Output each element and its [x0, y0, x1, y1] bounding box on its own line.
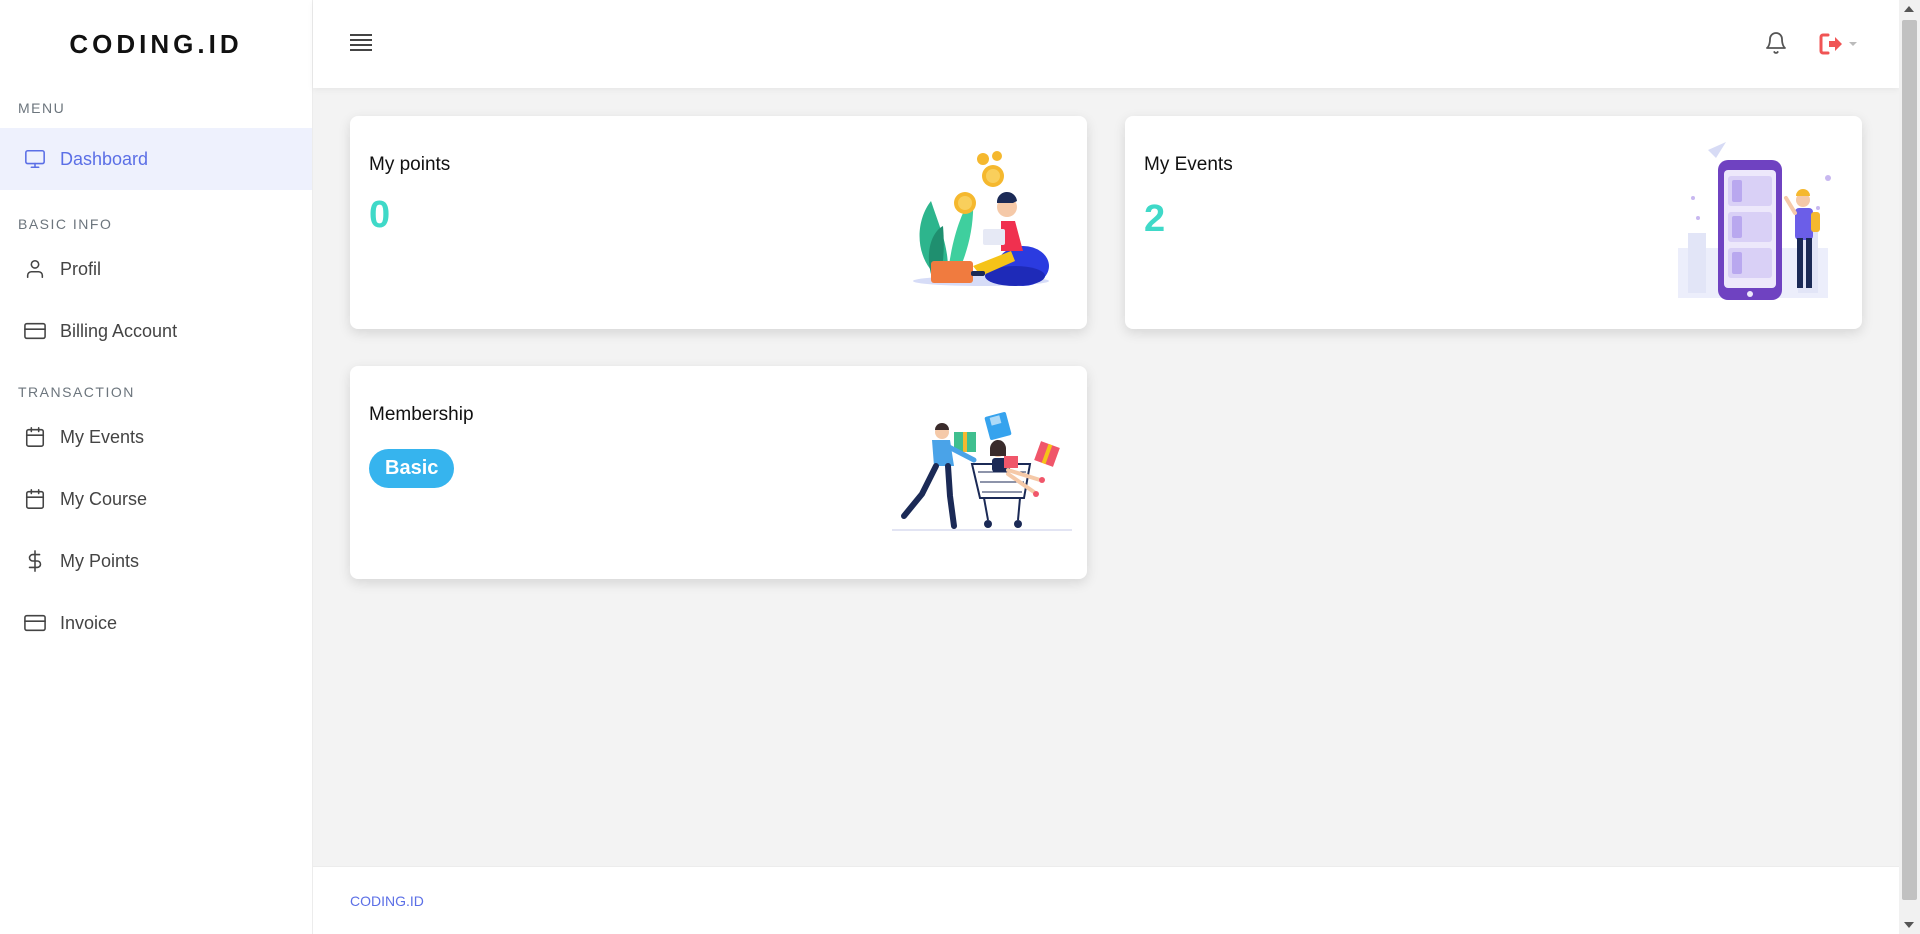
hamburger-icon[interactable] — [350, 34, 372, 54]
events-illustration — [1678, 142, 1831, 300]
credit-card-icon — [24, 320, 46, 342]
scroll-up-arrow-icon[interactable] — [1904, 6, 1914, 12]
credit-card-icon — [24, 612, 46, 634]
sidebar-item-label: Billing Account — [60, 320, 178, 341]
points-card: My points 0 — [350, 116, 1087, 329]
sidebar-item-label: Profil — [60, 258, 102, 279]
scroll-down-arrow-icon[interactable] — [1904, 922, 1914, 928]
user-menu-dropdown[interactable] — [1819, 32, 1863, 56]
sidebar-item-label: My Course — [60, 488, 148, 509]
card-title: My Events — [1144, 154, 1233, 175]
sidebar-item-label: My Events — [60, 426, 145, 447]
chevron-down-icon — [1849, 42, 1857, 46]
sidebar-item-label: Invoice — [60, 612, 118, 633]
sidebar-item-label: Dashboard — [60, 148, 149, 169]
points-illustration — [913, 151, 1049, 286]
membership-card: Membership Basic — [350, 366, 1087, 579]
dollar-icon — [24, 550, 46, 572]
scrollbar-thumb[interactable] — [1902, 20, 1917, 900]
top-header — [313, 0, 1899, 88]
sidebar-item-label: My Points — [60, 550, 140, 571]
card-title: My points — [369, 154, 451, 175]
membership-illustration — [892, 412, 1072, 531]
monitor-icon — [24, 148, 46, 170]
sign-out-icon — [1819, 33, 1842, 55]
section-title-transaction: TRANSACTION — [18, 384, 135, 400]
sidebar-item-billing-account[interactable]: Billing Account — [0, 300, 312, 362]
membership-badge: Basic — [369, 449, 455, 488]
bell-icon[interactable] — [1764, 30, 1788, 56]
brand-logo[interactable]: CODING.ID — [0, 0, 312, 88]
events-value: 2 — [1144, 198, 1166, 240]
footer: CODING.ID — [313, 866, 1899, 934]
section-title-menu: MENU — [18, 100, 66, 116]
sidebar-item-profil[interactable]: Profil — [0, 238, 312, 300]
card-title: Membership — [369, 404, 474, 425]
sidebar-item-my-events[interactable]: My Events — [0, 406, 312, 468]
sidebar: CODING.ID MENU Dashboard BASIC INFO Prof… — [0, 0, 313, 934]
calendar-icon — [24, 426, 46, 448]
sidebar-item-invoice[interactable]: Invoice — [0, 592, 312, 654]
points-value: 0 — [369, 194, 391, 236]
vertical-scrollbar[interactable] — [1899, 0, 1920, 934]
calendar-icon — [24, 488, 46, 510]
events-card: My Events 2 — [1125, 116, 1862, 329]
sidebar-item-my-course[interactable]: My Course — [0, 468, 312, 530]
footer-brand-link[interactable]: CODING.ID — [350, 893, 424, 909]
sidebar-item-dashboard[interactable]: Dashboard — [0, 128, 312, 190]
user-icon — [24, 258, 46, 280]
section-title-basic-info: BASIC INFO — [18, 216, 113, 232]
sidebar-item-my-points[interactable]: My Points — [0, 530, 312, 592]
